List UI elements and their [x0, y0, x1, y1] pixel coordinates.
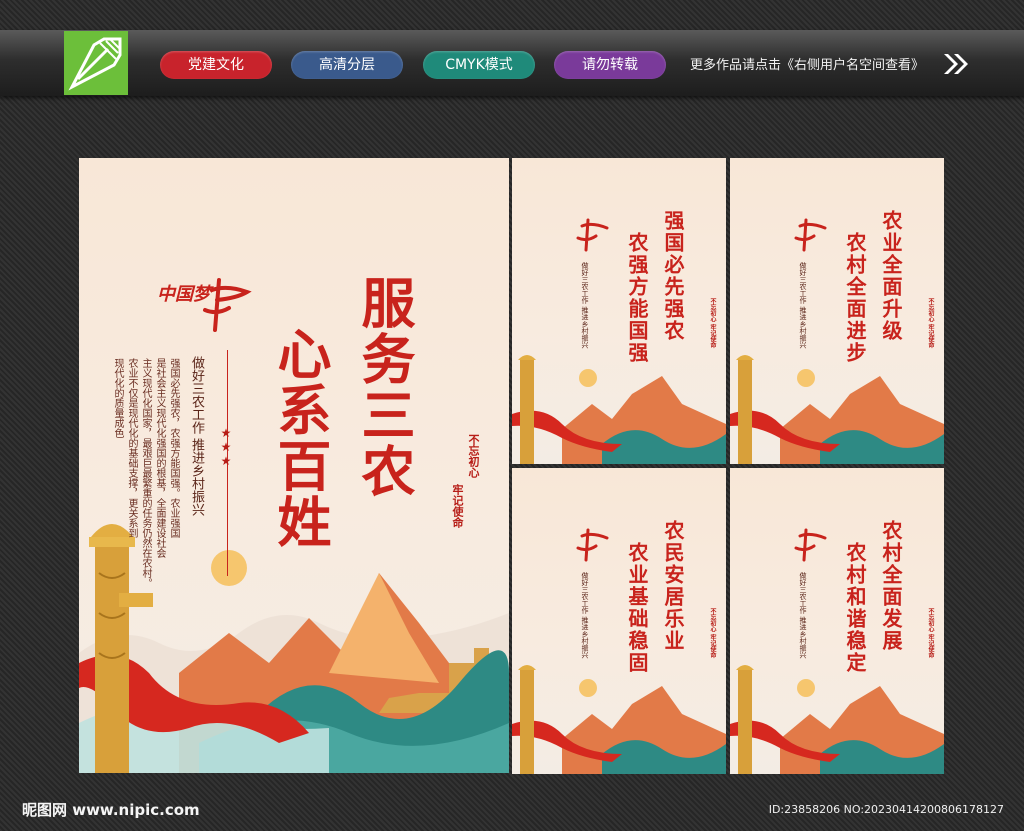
double-chevron-right-icon[interactable] [942, 52, 970, 76]
pen-nib-icon [68, 37, 122, 91]
small-title-col1: 农业全面升级 [879, 210, 903, 342]
small-title-col1: 农村全面发展 [879, 520, 903, 652]
brush-stroke-icon [203, 278, 252, 332]
small-stamp: 不忘初心 牢记使命 [927, 298, 934, 349]
stars-decoration: ★★★ [219, 426, 233, 468]
tag-cmyk[interactable]: CMYK模式 [423, 51, 535, 79]
stamp-col2: 牢记使命 [451, 484, 464, 528]
landscape-illustration [730, 355, 944, 464]
main-title-col2: 心系百姓 [268, 326, 332, 550]
small-subtitle: 做好三农工作 推进乡村振兴 [581, 572, 589, 659]
small-stamp: 不忘初心 牢记使命 [709, 608, 716, 659]
main-body-col4: 农业不仅是现代化的基础支撑，更关系到 [126, 358, 137, 538]
main-body-col2: 是社会主义现代化强国的根基，全面建设社会 [154, 358, 165, 558]
small-poster-2: 农业全面升级 农村全面进步 做好三农工作 推进乡村振兴 不忘初心 牢记使命 [730, 158, 944, 464]
landscape-illustration [512, 355, 726, 464]
small-title-col1: 强国必先强农 [661, 210, 685, 342]
small-title-col1: 农民安居乐业 [661, 520, 685, 652]
small-subtitle: 做好三农工作 推进乡村振兴 [799, 572, 807, 659]
more-works-link[interactable]: 更多作品请点击《右侧用户名空间查看》 [690, 54, 924, 73]
china-dream-logo [576, 218, 609, 252]
small-title-col2: 农村和谐稳定 [843, 542, 867, 674]
tag-hd-layers[interactable]: 高清分层 [291, 51, 403, 79]
site-watermark: 昵图网 www.nipic.com [22, 801, 200, 819]
tag-no-repost[interactable]: 请勿转载 [554, 51, 666, 79]
small-stamp: 不忘初心 牢记使命 [927, 608, 934, 659]
main-body-col3: 主义现代化国家，最艰巨最繁重的任务仍然在农村。 [140, 358, 151, 588]
main-subtitle: 做好三农工作 推进乡村振兴 [189, 356, 204, 517]
main-body-col1: 强国必先强农，农强方能国强。农业强国 [168, 358, 179, 538]
site-logo[interactable] [64, 31, 128, 95]
main-poster: 中国梦 服务三农 心系百姓 做好三农工作 推进乡村振兴 ★★★ 强国必先强农，农… [79, 158, 509, 773]
small-poster-1: 强国必先强农 农强方能国强 做好三农工作 推进乡村振兴 不忘初心 牢记使命 [512, 158, 726, 464]
small-subtitle: 做好三农工作 推进乡村振兴 [799, 262, 807, 349]
china-dream-logo: 中国梦 [157, 270, 257, 340]
small-stamp: 不忘初心 牢记使命 [709, 298, 716, 349]
small-poster-3: 农民安居乐业 农业基础稳固 做好三农工作 推进乡村振兴 不忘初心 牢记使命 [512, 468, 726, 774]
china-dream-logo [794, 218, 827, 252]
image-id: ID:23858206 NO:20230414200806178127 [768, 803, 1004, 816]
stamp-col1: 不忘初心 [467, 434, 480, 478]
landscape-illustration [512, 665, 726, 774]
main-title-col1: 服务三农 [352, 275, 416, 499]
small-subtitle: 做好三农工作 推进乡村振兴 [581, 262, 589, 349]
china-dream-logo [794, 528, 827, 562]
tag-party-culture[interactable]: 党建文化 [160, 51, 272, 79]
main-body-col5: 现代化的质量成色 [112, 358, 123, 438]
small-title-col2: 农村全面进步 [843, 232, 867, 364]
small-title-col2: 农业基础稳固 [625, 542, 649, 674]
small-title-col2: 农强方能国强 [625, 232, 649, 364]
landscape-illustration [730, 665, 944, 774]
small-poster-4: 农村全面发展 农村和谐稳定 做好三农工作 推进乡村振兴 不忘初心 牢记使命 [730, 468, 944, 774]
china-dream-logo [576, 528, 609, 562]
